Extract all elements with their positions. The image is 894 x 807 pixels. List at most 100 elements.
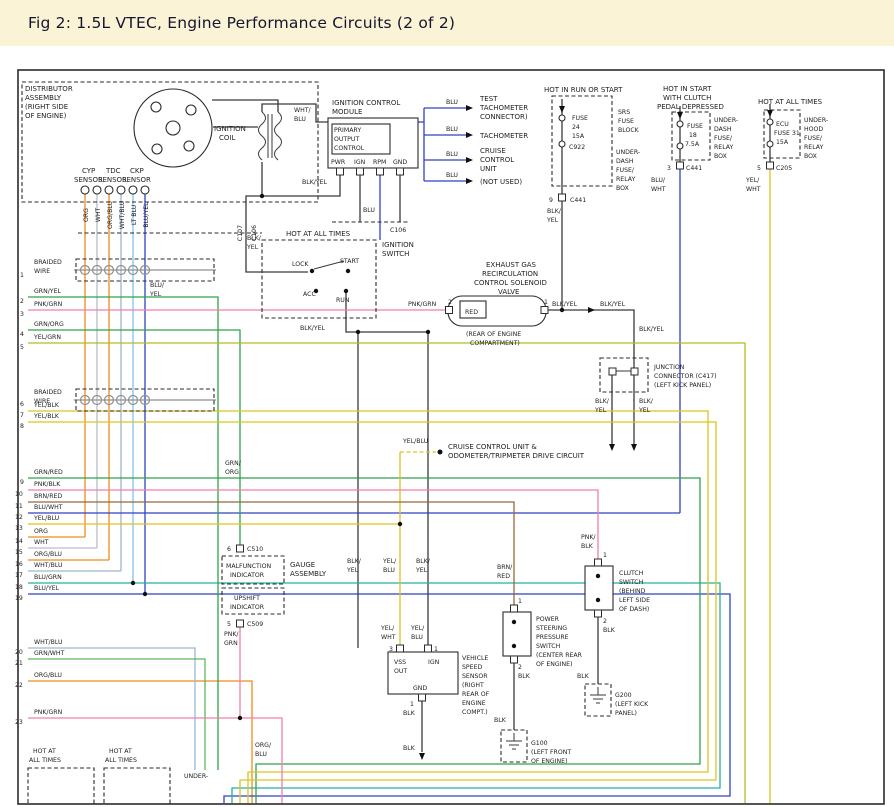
row-label: BRN/RED: [34, 493, 62, 500]
component-label: STEERING: [536, 625, 567, 632]
junction-dot: [356, 330, 360, 334]
component-label: OF DASH): [619, 606, 649, 613]
row-number: 19: [15, 595, 23, 602]
wire-color-label: GRN/: [225, 460, 242, 467]
wire-color-label: BLK: [494, 717, 507, 724]
wire-color-label: YEL: [246, 244, 259, 251]
fuse-element: [559, 141, 565, 147]
connector-pin: [541, 307, 548, 314]
component-label: COMPARTMENT): [470, 340, 520, 347]
row-number: 12: [15, 514, 23, 521]
component-label: UNDER-: [804, 117, 828, 124]
component-label: UNDER-: [184, 773, 208, 780]
wire-color-label: BLK: [403, 710, 416, 717]
component-label: OUTPUT: [334, 136, 359, 143]
ignition-switch-box: [262, 240, 376, 318]
component-label: WITH CLUTCH: [663, 94, 711, 102]
pin-label: VSS: [394, 659, 406, 666]
component-label: HOT AT ALL TIMES: [758, 98, 823, 106]
component-label: TEST: [479, 95, 498, 103]
pin-number: 1: [434, 646, 438, 653]
wire-color-label: BLU: [294, 116, 306, 123]
pin-number: 3: [667, 165, 671, 172]
component-label: CONTROL SOLENOID: [474, 279, 547, 287]
connector-label: C510: [247, 546, 263, 553]
coil-winding: [275, 112, 282, 160]
connector-pin: [337, 168, 344, 175]
component-label: (CENTER REAR: [536, 652, 583, 659]
pin-number: 2: [603, 618, 607, 625]
row-label: ORG/BLU: [34, 672, 62, 679]
component-label: OF ENGINE): [25, 112, 67, 120]
distributor-terminal: [184, 141, 194, 151]
fuse-label: 7.5A: [685, 141, 700, 148]
component-label: OF ENGINE): [536, 661, 573, 668]
wire-color-label: BLU: [363, 207, 375, 214]
ground-symbol: [590, 687, 606, 703]
distributor-terminal: [151, 102, 161, 112]
junction-dot: [426, 330, 430, 334]
wire-color-label: RED: [465, 309, 478, 316]
wires-green: [28, 297, 700, 803]
component-label: CYP: [82, 167, 95, 175]
component-label: COMPT.): [462, 709, 488, 716]
wire-color-label: BLU/: [150, 282, 165, 289]
component-label: CONNECTOR): [480, 113, 528, 121]
component-label: SWITCH: [619, 579, 644, 586]
wire-color-label: BLU: [446, 126, 458, 133]
pin-label: GND: [413, 685, 427, 692]
component-label: FUSE/: [616, 167, 635, 174]
component-label: BOX: [714, 153, 728, 160]
junction-dot: [143, 592, 147, 596]
row-label: WHT/BLU: [34, 639, 63, 646]
connector-label: C106: [390, 227, 406, 234]
wire-color-label: BLU: [446, 151, 458, 158]
pin-number: 9: [549, 197, 553, 204]
component-label: ALL TIMES: [105, 757, 137, 764]
component-label: INDICATOR: [230, 572, 265, 579]
connector-pin: [631, 368, 638, 375]
arrowhead: [677, 112, 683, 119]
connector-pin: [609, 368, 616, 375]
wire-color-label: YEL: [346, 567, 359, 574]
junction-dot: [398, 522, 402, 526]
component-label: MALFUNCTION: [226, 563, 272, 570]
sensor-terminal: [129, 186, 137, 194]
switch-contact: [346, 269, 350, 273]
component-label: HOT AT: [109, 748, 132, 755]
switch-position-label: ACC: [303, 291, 316, 298]
component-label: (RIGHT SIDE: [25, 103, 68, 111]
clutch-switch-box: [585, 566, 613, 610]
row-label: PNK/GRN: [34, 709, 63, 716]
fuse-label: FUSE 31: [774, 130, 800, 137]
component-label: UNDER-: [616, 149, 640, 156]
row-label: GRN/YEL: [34, 288, 61, 295]
ground-label: G200: [615, 692, 632, 699]
pin-label: RPM: [373, 159, 386, 166]
wire-color-label: YEL: [415, 567, 428, 574]
switch-contact: [344, 289, 348, 293]
row-label: BLU/GRN: [34, 574, 62, 581]
row-number: 9: [20, 479, 24, 486]
row-label: GRN/RED: [34, 469, 63, 476]
distributor-terminal: [152, 144, 162, 154]
row-number: 17: [15, 572, 23, 579]
wire-color-label: PNK/GRN: [408, 301, 437, 308]
wire-color-label: WHT: [95, 208, 102, 223]
note-label: CRUISE CONTROL UNIT &: [448, 443, 537, 451]
row-number: 2: [20, 298, 24, 305]
row-number: 15: [15, 549, 23, 556]
row-label: PNK/BLK: [34, 481, 61, 488]
wire-color-label: LT BLU: [131, 205, 138, 225]
fuse-label: ECU: [776, 121, 789, 128]
fuse-element: [767, 141, 773, 147]
wire-color-label: BLU/: [651, 177, 666, 184]
component-label: ASSEMBLY: [25, 94, 62, 102]
component-label: HOT IN RUN OR START: [544, 86, 623, 94]
junction-dot: [438, 450, 443, 455]
component-label: LEFT SIDE: [619, 597, 650, 604]
component-label: BOX: [804, 153, 818, 160]
row-label: ORG: [34, 528, 48, 535]
connector-pin: [357, 168, 364, 175]
row-number: 21: [15, 660, 23, 667]
